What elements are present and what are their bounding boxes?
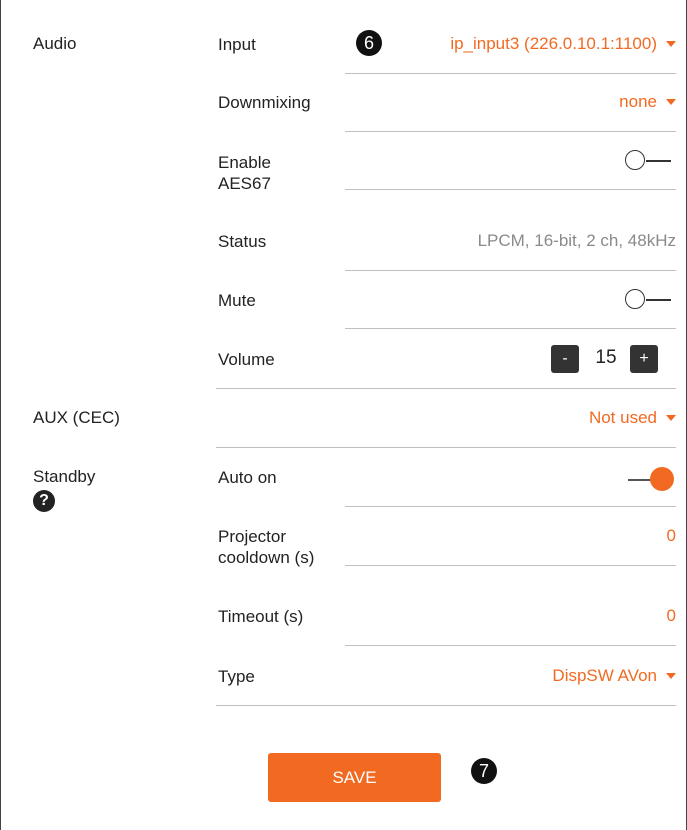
mute-toggle[interactable] [625, 287, 671, 311]
separator [216, 388, 676, 389]
volume-label: Volume [218, 350, 275, 369]
separator [216, 447, 676, 448]
separator [345, 565, 676, 566]
enable-aes67-toggle[interactable] [625, 148, 671, 172]
separator [345, 506, 676, 507]
volume-value[interactable]: 15 [585, 347, 627, 369]
separator [345, 328, 676, 329]
save-button[interactable]: SAVE [268, 753, 441, 802]
input-select-value: ip_input3 (226.0.10.1:1100) [450, 34, 657, 53]
help-icon[interactable]: ? [33, 490, 55, 512]
settings-panel: Audio Input 6 ip_input3 (226.0.10.1:1100… [0, 0, 687, 830]
chevron-down-icon [666, 672, 676, 679]
enable-aes67-label: Enable AES67 [218, 152, 271, 194]
callout-badge-6: 6 [356, 30, 382, 56]
separator [345, 270, 676, 271]
toggle-track [646, 160, 671, 162]
timeout-label: Timeout (s) [218, 607, 304, 626]
separator [345, 645, 676, 646]
timeout-value[interactable]: 0 [667, 606, 676, 626]
chevron-down-icon [666, 98, 676, 105]
projector-cooldown-label-line1: Projector [218, 527, 287, 546]
toggle-track [646, 299, 671, 301]
separator [216, 705, 676, 706]
toggle-knob [650, 467, 674, 491]
volume-increment-button[interactable]: + [630, 345, 658, 373]
separator [345, 131, 676, 132]
type-select[interactable]: DispSW AVon [552, 666, 676, 686]
toggle-knob [625, 150, 645, 170]
downmixing-label: Downmixing [218, 93, 311, 112]
auto-on-toggle[interactable] [628, 467, 674, 491]
auto-on-label: Auto on [218, 468, 277, 487]
input-select[interactable]: ip_input3 (226.0.10.1:1100) [450, 34, 676, 54]
enable-aes67-label-line1: Enable [218, 153, 271, 172]
mute-label: Mute [218, 291, 256, 310]
section-label-standby: Standby [33, 467, 96, 486]
aux-cec-select[interactable]: Not used [589, 408, 676, 428]
section-label-audio: Audio [33, 34, 77, 53]
projector-cooldown-label-line2: cooldown (s) [218, 548, 315, 567]
callout-badge-7: 7 [471, 758, 497, 784]
enable-aes67-label-line2: AES67 [218, 174, 271, 193]
status-label: Status [218, 232, 267, 251]
projector-cooldown-label: Projector cooldown (s) [218, 526, 314, 568]
separator [345, 73, 676, 74]
section-label-aux-cec: AUX (CEC) [33, 408, 120, 427]
chevron-down-icon [666, 414, 676, 421]
type-select-value: DispSW AVon [552, 666, 657, 685]
downmixing-select[interactable]: none [619, 92, 676, 112]
type-label: Type [218, 667, 255, 686]
projector-cooldown-value[interactable]: 0 [667, 526, 676, 546]
separator [345, 189, 676, 190]
downmixing-select-value: none [619, 92, 657, 111]
chevron-down-icon [666, 40, 676, 47]
volume-decrement-button[interactable]: - [551, 345, 579, 373]
status-value: LPCM, 16-bit, 2 ch, 48kHz [477, 231, 676, 250]
input-label: Input [218, 35, 256, 54]
aux-cec-select-value: Not used [588, 408, 657, 427]
toggle-knob [625, 289, 645, 309]
